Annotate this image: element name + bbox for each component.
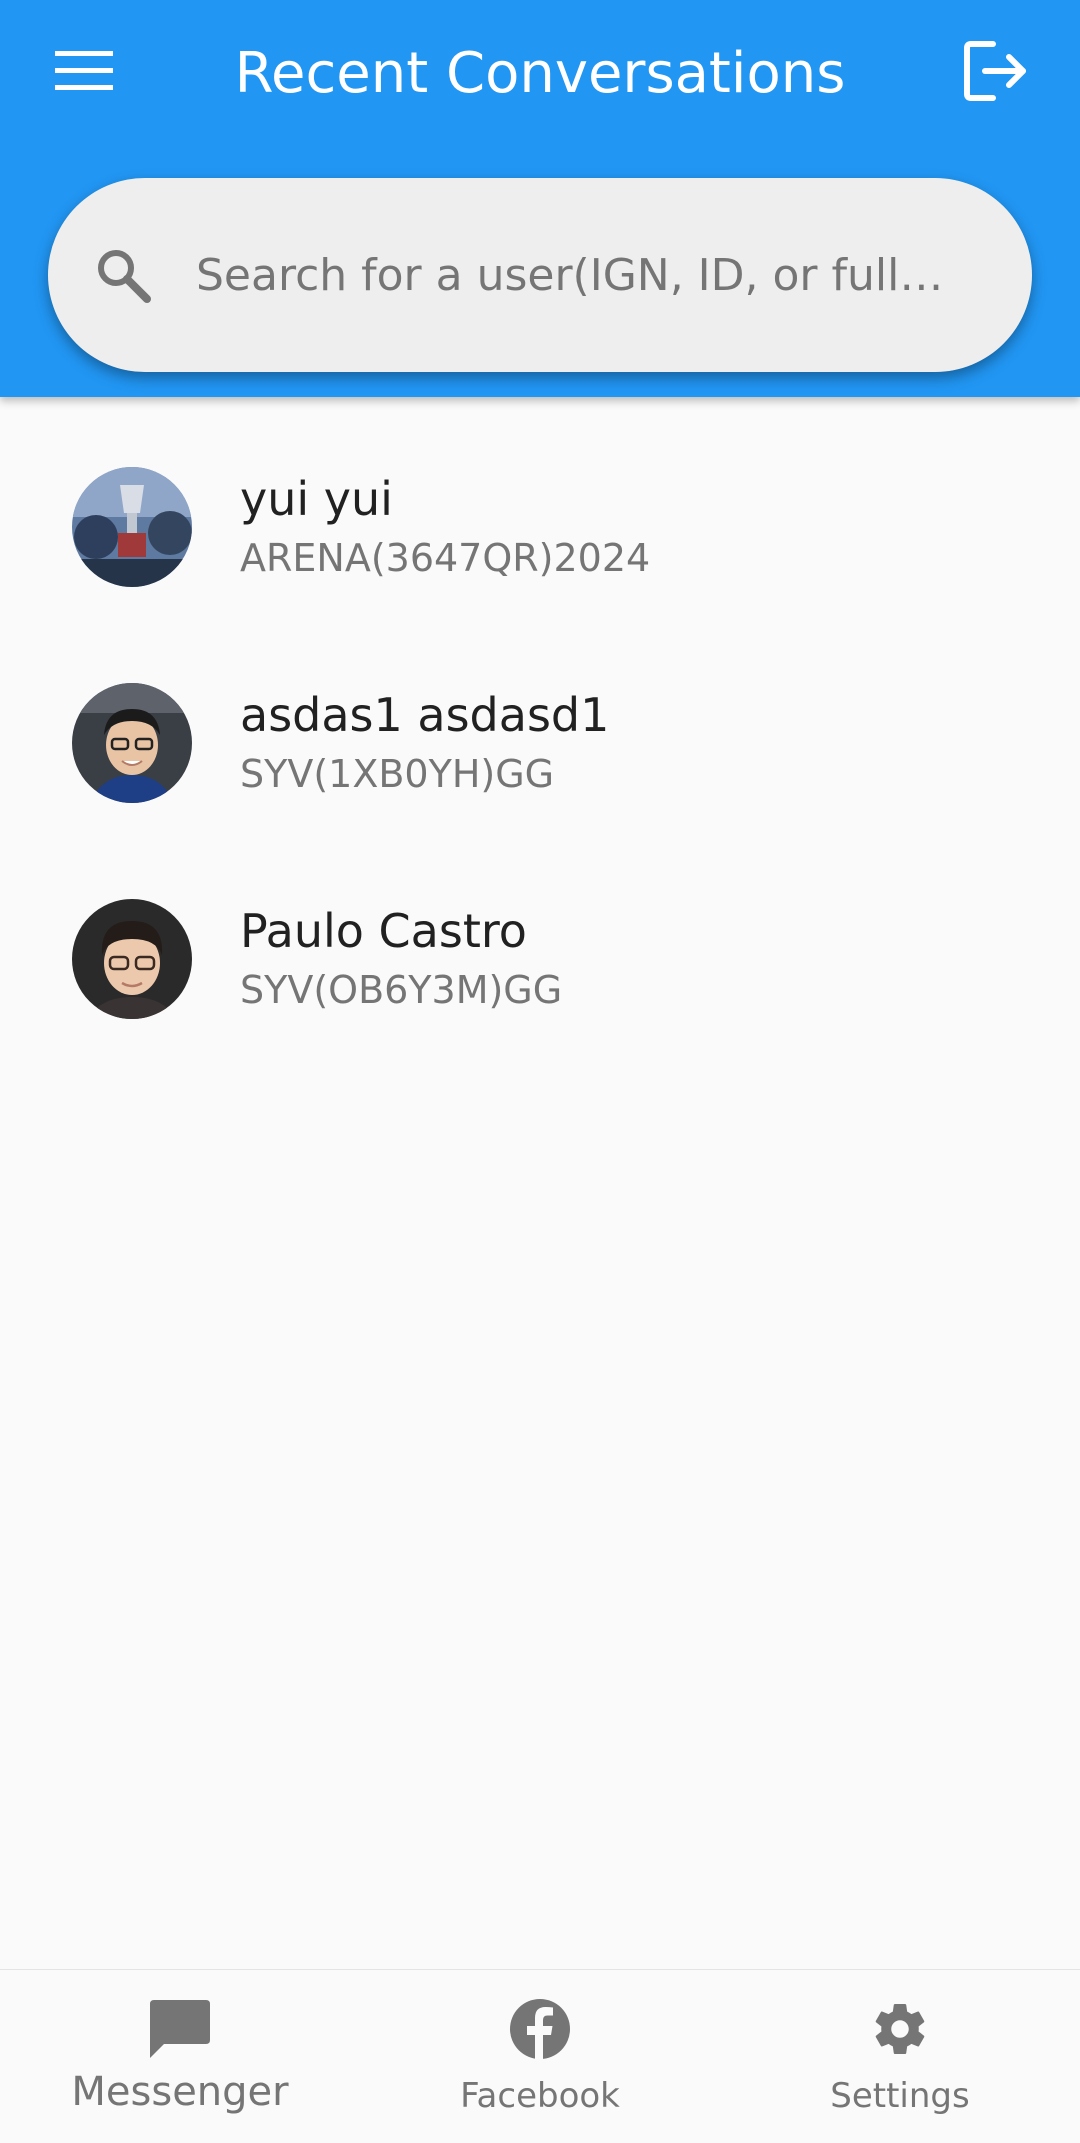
conversation-subtitle: ARENA(3647QR)2024 <box>240 536 651 580</box>
conversation-list: yui yui ARENA(3647QR)2024 asdas1 asdasd1… <box>0 397 1080 1081</box>
conversation-item[interactable]: asdas1 asdasd1 SYV(1XB0YH)GG <box>0 649 1080 865</box>
bottom-navigation: Messenger Facebook Settings <box>0 1969 1080 2143</box>
menu-button[interactable] <box>30 28 138 114</box>
conversation-subtitle: SYV(1XB0YH)GG <box>240 752 555 796</box>
search-icon <box>88 240 158 310</box>
nav-label: Facebook <box>460 2076 620 2116</box>
avatar <box>72 899 192 1019</box>
search-input[interactable] <box>196 249 992 301</box>
conversation-name: yui yui <box>240 472 393 526</box>
nav-label: Settings <box>830 2076 970 2116</box>
nav-item-settings[interactable]: Settings <box>720 1970 1080 2143</box>
avatar <box>72 467 192 587</box>
conversation-item[interactable]: Paulo Castro SYV(OB6Y3M)GG <box>0 865 1080 1081</box>
conversation-name: asdas1 asdasd1 <box>240 688 610 742</box>
facebook-icon <box>505 1994 575 2064</box>
conversation-name: Paulo Castro <box>240 904 527 958</box>
logout-icon <box>964 41 1026 101</box>
nav-item-messenger[interactable]: Messenger <box>0 1970 360 2143</box>
hamburger-menu-icon <box>55 51 113 90</box>
avatar <box>72 683 192 803</box>
conversation-item[interactable]: yui yui ARENA(3647QR)2024 <box>0 433 1080 649</box>
nav-item-facebook[interactable]: Facebook <box>360 1970 720 2143</box>
gear-icon <box>865 1994 935 2064</box>
page-title: Recent Conversations <box>234 41 846 106</box>
search-bar <box>48 178 1032 372</box>
nav-label: Messenger <box>71 2069 289 2115</box>
app-bar: Recent Conversations <box>0 0 1080 397</box>
logout-button[interactable] <box>942 28 1050 114</box>
conversation-subtitle: SYV(OB6Y3M)GG <box>240 968 563 1012</box>
chat-bubble-icon <box>145 1994 215 2064</box>
